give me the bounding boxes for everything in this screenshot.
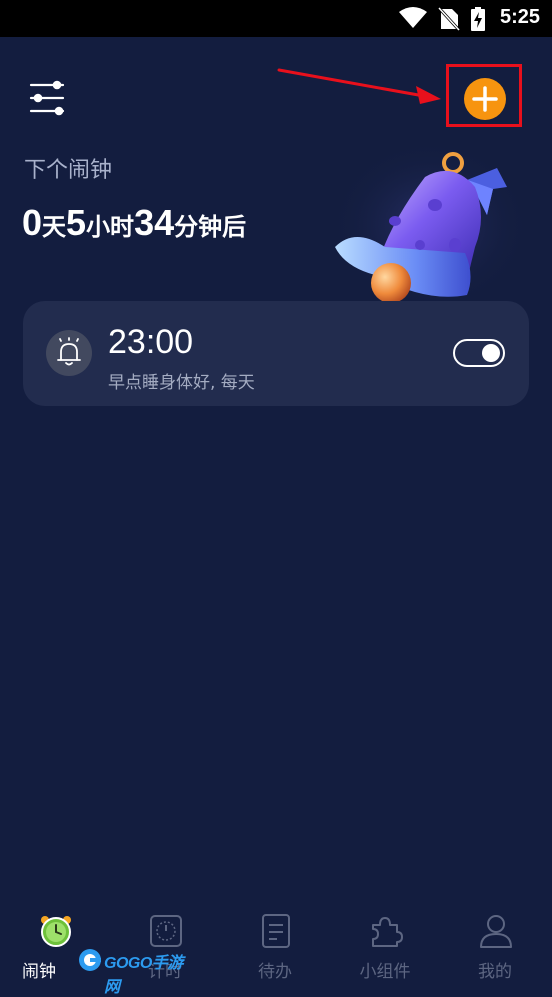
countdown-days: 0 <box>22 202 43 243</box>
add-alarm-button[interactable] <box>464 78 506 120</box>
alarm-icon-wrap <box>46 330 92 376</box>
nav-item-todo[interactable]: 待办 <box>220 905 330 983</box>
nav-label-widget: 小组件 <box>359 962 411 982</box>
alarm-toggle[interactable] <box>453 339 505 367</box>
no-sim-icon <box>438 7 460 31</box>
alarm-clock-icon <box>41 916 71 947</box>
countdown: 0天5小时34分钟后 <box>22 202 246 244</box>
nav-item-widget[interactable]: 小组件 <box>330 905 440 983</box>
status-bar: 5:25 <box>0 0 552 37</box>
countdown-hours-unit: 小时 <box>86 213 135 241</box>
alarm-card[interactable]: 23:00 早点睡身体好, 每天 <box>23 301 529 406</box>
status-time: 5:25 <box>499 6 540 28</box>
watermark-text: GOGO手游网 <box>104 955 183 996</box>
countdown-minutes: 34 <box>134 202 175 243</box>
countdown-hours: 5 <box>66 202 87 243</box>
annotation-arrow <box>277 68 441 104</box>
alarm-description: 早点睡身体好, 每天 <box>108 373 255 393</box>
battery-charging-icon <box>471 7 485 31</box>
watermark-logo-icon <box>79 949 101 971</box>
timer-icon <box>150 915 182 947</box>
plus-icon <box>472 86 498 112</box>
settings-button[interactable] <box>28 80 68 116</box>
nav-label-todo: 待办 <box>258 962 292 982</box>
nav-item-profile[interactable]: 我的 <box>440 905 550 983</box>
toggle-knob <box>482 344 500 362</box>
countdown-minutes-unit: 分钟后 <box>174 213 247 241</box>
bell-illustration <box>330 140 530 310</box>
alarm-time: 23:00 <box>108 323 194 361</box>
nav-label-profile: 我的 <box>478 962 512 982</box>
next-alarm-label: 下个闹钟 <box>24 158 113 183</box>
bell-icon <box>57 337 81 366</box>
sliders-icon <box>29 80 65 116</box>
todo-icon <box>262 914 290 948</box>
person-icon <box>480 915 512 948</box>
watermark: GOGO手游网 <box>78 946 184 996</box>
countdown-days-unit: 天 <box>42 213 67 241</box>
wifi-icon <box>399 7 427 28</box>
puzzle-icon <box>372 917 403 947</box>
